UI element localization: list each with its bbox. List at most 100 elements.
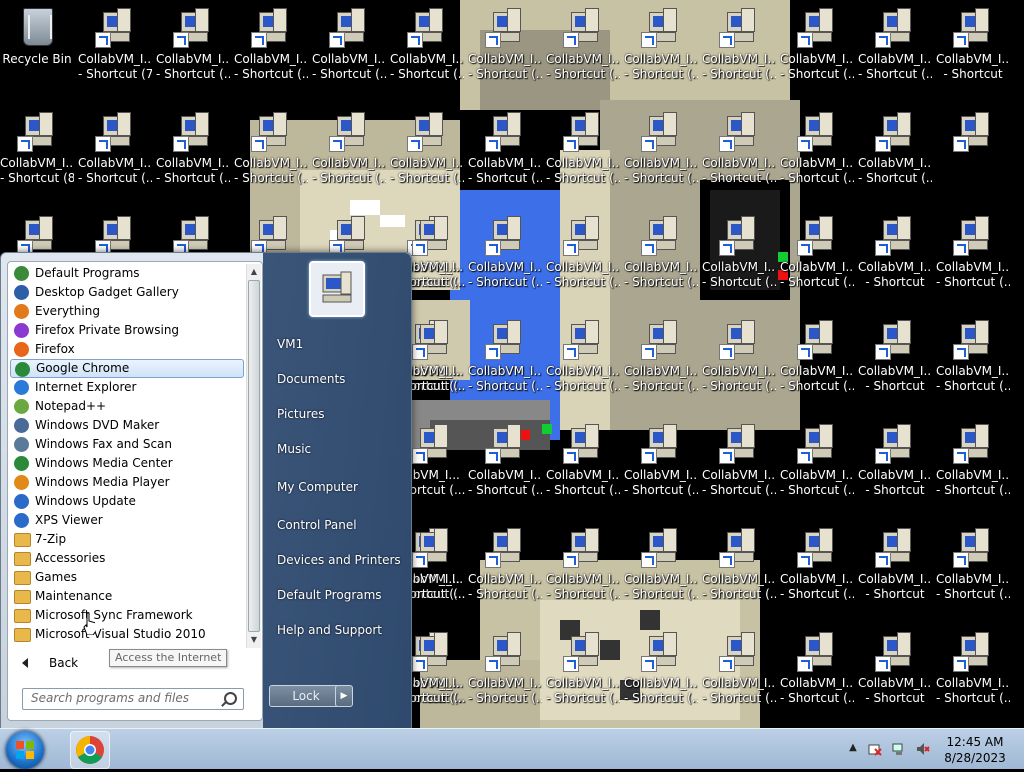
collabvm-shortcut-desktop-icon[interactable]: CollabVM_I... - Shortcut (... (936, 416, 1010, 516)
collabvm-shortcut-desktop-icon[interactable]: CollabVM_I... - Shortcut (... (234, 104, 308, 204)
collabvm-shortcut-desktop-icon[interactable]: CollabVM_I... - Shortcut (... (312, 0, 386, 100)
collabvm-shortcut-desktop-icon[interactable]: CollabVM_I... - Shortcut (... (624, 520, 698, 620)
collabvm-shortcut-desktop-icon[interactable]: CollabVM_I... - Shortcut (... (936, 312, 1010, 412)
collabvm-shortcut-desktop-icon[interactable]: CollabVM_I... - Shortcut (... (234, 0, 308, 100)
start-link-devices-and-printers[interactable]: Devices and Printers (277, 553, 401, 567)
program-item-games[interactable]: Games (10, 568, 244, 587)
collabvm-shortcut-desktop-icon[interactable]: CollabVM_I... - Shortcut (... (936, 520, 1010, 620)
collabvm-shortcut-desktop-icon[interactable]: CollabVM_I... - Shortcut (... (780, 624, 854, 724)
start-link-my-computer[interactable]: My Computer (277, 480, 358, 494)
program-item-maintenance[interactable]: Maintenance (10, 587, 244, 606)
program-item-windows-media-center[interactable]: Windows Media Center (10, 454, 244, 473)
collabvm-shortcut-desktop-icon[interactable] (78, 208, 152, 256)
collabvm-shortcut-desktop-icon[interactable]: CollabVM_I... - Shortcut (... (780, 520, 854, 620)
start-link-control-panel[interactable]: Control Panel (277, 518, 357, 532)
collabvm-shortcut-desktop-icon[interactable]: CollabVM_I... - Shortcut (... (78, 104, 152, 204)
program-item-firefox-private-browsing[interactable]: Firefox Private Browsing (10, 321, 244, 340)
collabvm-shortcut-desktop-icon[interactable]: CollabVM_I... - Shortcut (858, 208, 932, 308)
collabvm-shortcut-desktop-icon[interactable] (0, 208, 74, 256)
program-item-accessories[interactable]: Accessories (10, 549, 244, 568)
program-item-7-zip[interactable]: 7-Zip (10, 530, 244, 549)
program-item-notepad[interactable]: Notepad++ (10, 397, 244, 416)
program-item-microsoft-sync-framework[interactable]: Microsoft Sync Framework (10, 606, 244, 625)
collabvm-shortcut-desktop-icon[interactable]: CollabVM_I... - Shortcut (936, 0, 1010, 100)
collabvm-shortcut-desktop-icon[interactable]: CollabVM_I... - Shortcut (... (156, 104, 230, 204)
recycle-bin-desktop-icon[interactable]: Recycle Bin (0, 0, 74, 100)
collabvm-shortcut-desktop-icon[interactable]: CollabVM_I... - Shortcut (... (702, 104, 776, 204)
collabvm-shortcut-desktop-icon[interactable]: CollabVM_I... - Shortcut (... (702, 312, 776, 412)
collabvm-shortcut-desktop-icon[interactable]: labVM_I... hortcut (... (402, 520, 470, 620)
collabvm-shortcut-desktop-icon[interactable]: CollabVM_I... - Shortcut (... (702, 416, 776, 516)
program-item-everything[interactable]: Everything (10, 302, 244, 321)
collabvm-shortcut-desktop-icon[interactable]: CollabVM_I... - Shortcut (7) (78, 0, 152, 100)
collabvm-shortcut-desktop-icon[interactable]: CollabVM_I... - Shortcut (... (702, 0, 776, 100)
program-item-xps-viewer[interactable]: XPS Viewer (10, 511, 244, 530)
collabvm-shortcut-desktop-icon[interactable]: CollabVM_I... - Shortcut (... (624, 624, 698, 724)
action-center-icon[interactable] (868, 742, 882, 756)
collabvm-shortcut-desktop-icon[interactable]: CollabVM_I... - Shortcut (... (780, 312, 854, 412)
collabvm-shortcut-desktop-icon[interactable]: CollabVM_I... - Shortcut (... (702, 520, 776, 620)
collabvm-shortcut-desktop-icon[interactable]: CollabVM_I... - Shortcut (... (780, 416, 854, 516)
collabvm-shortcut-desktop-icon[interactable]: CollabVM_I... - Shortcut (... (546, 520, 620, 620)
search-programs-input[interactable]: Search programs and files (22, 688, 244, 710)
collabvm-shortcut-desktop-icon[interactable]: CollabVM_I... - Shortcut (... (546, 104, 620, 204)
program-item-desktop-gadget-gallery[interactable]: Desktop Gadget Gallery (10, 283, 244, 302)
start-link-pictures[interactable]: Pictures (277, 407, 325, 421)
taskbar-chrome-button[interactable] (70, 731, 110, 769)
user-picture[interactable] (309, 261, 365, 317)
program-item-default-programs[interactable]: Default Programs (10, 264, 244, 283)
collabvm-shortcut-desktop-icon[interactable]: CollabVM_I... - Shortcut (... (780, 104, 854, 204)
volume-muted-icon[interactable] (916, 742, 930, 756)
collabvm-shortcut-desktop-icon[interactable]: CollabVM_I... - Shortcut (858, 624, 932, 724)
collabvm-shortcut-desktop-icon[interactable]: CollabVM_I... - Shortcut (... (468, 104, 542, 204)
collabvm-shortcut-desktop-icon[interactable]: labVM_I... hortcut (... (402, 208, 470, 308)
search-icon[interactable] (224, 692, 237, 705)
collabvm-shortcut-desktop-icon[interactable]: CollabVM_I... - Shortcut (... (702, 208, 776, 308)
collabvm-shortcut-desktop-icon[interactable]: CollabVM_I... - Shortcut (... (468, 208, 542, 308)
collabvm-shortcut-desktop-icon[interactable]: CollabVM_I... - Shortcut (... (390, 0, 464, 100)
network-icon[interactable] (892, 742, 906, 756)
collabvm-shortcut-desktop-icon[interactable]: CollabVM_I... - Shortcut (... (702, 624, 776, 724)
collabvm-shortcut-desktop-icon[interactable]: CollabVM_I... - Shortcut (... (936, 624, 1010, 724)
scroll-down-arrow[interactable]: ▼ (248, 634, 260, 646)
collabvm-shortcut-desktop-icon[interactable] (234, 208, 308, 256)
collabvm-shortcut-desktop-icon[interactable]: CollabVM_I... - Shortcut (... (780, 0, 854, 100)
collabvm-shortcut-desktop-icon[interactable]: CollabVM_I... - Shortcut (... (624, 312, 698, 412)
collabvm-shortcut-desktop-icon[interactable]: CollabVM_I... - Shortcut (... (546, 416, 620, 516)
collabvm-shortcut-desktop-icon[interactable]: CollabVM_I... - Shortcut (... (546, 624, 620, 724)
collabvm-shortcut-desktop-icon[interactable]: CollabVM_I... - Shortcut (... (624, 416, 698, 516)
collabvm-shortcut-desktop-icon[interactable]: CollabVM_I... - Shortcut (... (468, 312, 542, 412)
shutdown-options-arrow[interactable]: ▶ (335, 685, 353, 707)
collabvm-shortcut-desktop-icon[interactable]: CollabVM_I... - Shortcut (... (312, 104, 386, 204)
collabvm-shortcut-desktop-icon[interactable]: labVM_I... hortcut (... (402, 312, 470, 412)
collabvm-shortcut-desktop-icon[interactable]: CollabVM_I... - Shortcut (... (546, 0, 620, 100)
program-item-firefox[interactable]: Firefox (10, 340, 244, 359)
program-item-windows-fax-and-scan[interactable]: Windows Fax and Scan (10, 435, 244, 454)
collabvm-shortcut-desktop-icon[interactable]: CollabVM_I... - Shortcut (... (468, 624, 542, 724)
collabvm-shortcut-desktop-icon[interactable]: CollabVM_I... - Shortcut (... (858, 104, 932, 204)
collabvm-shortcut-desktop-icon[interactable]: CollabVM_I... - Shortcut (... (468, 416, 542, 516)
collabvm-shortcut-desktop-icon[interactable]: CollabVM_I... - Shortcut (858, 520, 932, 620)
program-item-windows-media-player[interactable]: Windows Media Player (10, 473, 244, 492)
collabvm-shortcut-desktop-icon[interactable]: CollabVM_I... - Shortcut (... (858, 0, 932, 100)
start-button[interactable] (6, 731, 44, 769)
start-link-help-and-support[interactable]: Help and Support (277, 623, 382, 637)
collabvm-shortcut-desktop-icon[interactable]: CollabVM_I... - Shortcut (... (468, 0, 542, 100)
show-hidden-icons-icon[interactable]: ▲ (846, 742, 860, 756)
program-item-microsoft-visual-studio-2010[interactable]: Microsoft Visual Studio 2010 (10, 625, 244, 644)
start-link-music[interactable]: Music (277, 442, 311, 456)
collabvm-shortcut-desktop-icon[interactable]: labVM_I... hortcut (... (402, 624, 470, 724)
collabvm-shortcut-desktop-icon[interactable] (156, 208, 230, 256)
start-link-default-programs[interactable]: Default Programs (277, 588, 382, 602)
collabvm-shortcut-desktop-icon[interactable]: CollabVM_I... - Shortcut (858, 416, 932, 516)
lock-button[interactable]: Lock (269, 685, 343, 707)
collabvm-shortcut-desktop-icon[interactable]: labVM_I... hortcut (... (402, 416, 470, 516)
collabvm-shortcut-desktop-icon[interactable]: CollabVM_I... - Shortcut (... (936, 208, 1010, 308)
collabvm-shortcut-desktop-icon[interactable]: CollabVM_I... - Shortcut (... (156, 0, 230, 100)
system-clock[interactable]: 12:45 AM 8/28/2023 (940, 734, 1010, 766)
collabvm-shortcut-desktop-icon[interactable] (936, 104, 1010, 204)
collabvm-shortcut-desktop-icon[interactable]: CollabVM_I... - Shortcut (... (624, 0, 698, 100)
start-link-documents[interactable]: Documents (277, 372, 345, 386)
start-link-vm1[interactable]: VM1 (277, 337, 303, 351)
collabvm-shortcut-desktop-icon[interactable]: CollabVM_I... - Shortcut (... (546, 208, 620, 308)
